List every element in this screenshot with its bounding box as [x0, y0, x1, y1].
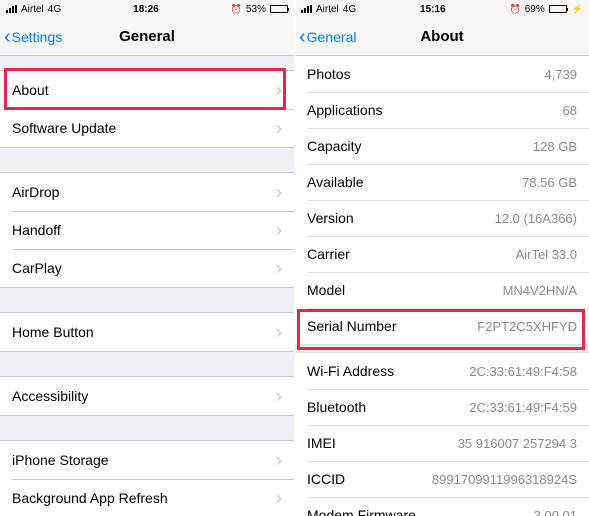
row-value: F2PT2C5XHFYD [477, 319, 577, 334]
row-label: About [12, 82, 270, 98]
row-value: 2C:33:61:49:F4:58 [469, 364, 577, 379]
row-value: 128 GB [533, 139, 577, 154]
chevron-right-icon: › [276, 220, 282, 241]
row-software-update[interactable]: Software Update › [0, 109, 294, 147]
battery-icon [270, 5, 288, 13]
row-label: Capacity [307, 138, 533, 154]
row-value: 2C:33:61:49:F4:59 [469, 400, 577, 415]
chevron-left-icon: ‹ [299, 27, 306, 47]
row-model[interactable]: Model MN4V2HN/A [295, 272, 589, 308]
status-bar: Airtel 4G 18:26 ⏰ 53% [0, 0, 294, 18]
row-label: Carrier [307, 246, 516, 262]
row-label: Wi-Fi Address [307, 363, 469, 379]
row-accessibility[interactable]: Accessibility › [0, 377, 294, 415]
chevron-right-icon: › [276, 182, 282, 203]
page-title: About [420, 28, 463, 45]
alarm-icon: ⏰ [510, 4, 521, 15]
chevron-right-icon: › [276, 322, 282, 343]
row-home-button[interactable]: Home Button › [0, 313, 294, 351]
nav-bar: ‹ Settings General [0, 18, 294, 56]
general-settings-screen: Airtel 4G 18:26 ⏰ 53% ‹ Settings General… [0, 0, 295, 516]
about-screen: Airtel 4G 15:16 ⏰ 69% ⚡ ‹ General About … [295, 0, 589, 516]
row-background-app-refresh[interactable]: Background App Refresh › [0, 479, 294, 516]
row-value: 4,739 [544, 67, 577, 82]
row-label: IMEI [307, 435, 458, 451]
row-label: Background App Refresh [12, 490, 270, 506]
row-label: Serial Number [307, 318, 477, 334]
clock: 15:16 [420, 4, 446, 15]
nav-bar: ‹ General About [295, 18, 589, 56]
row-value: AirTel 33.0 [516, 247, 577, 262]
row-iphone-storage[interactable]: iPhone Storage › [0, 441, 294, 479]
chevron-right-icon: › [276, 80, 282, 101]
row-label: CarPlay [12, 260, 270, 276]
chevron-right-icon: › [276, 258, 282, 279]
row-label: Software Update [12, 120, 270, 136]
row-wifi-address[interactable]: Wi-Fi Address 2C:33:61:49:F4:58 [295, 353, 589, 389]
row-label: Handoff [12, 222, 270, 238]
row-label: Version [307, 210, 495, 226]
row-value: 8991709911996318924S [432, 472, 577, 487]
row-bluetooth[interactable]: Bluetooth 2C:33:61:49:F4:59 [295, 389, 589, 425]
row-label: Accessibility [12, 388, 270, 404]
chevron-right-icon: › [276, 450, 282, 471]
row-modem-firmware[interactable]: Modem Firmware 3.00.01 [295, 497, 589, 516]
row-label: Model [307, 282, 503, 298]
about-list: Photos 4,739 Applications 68 Capacity 12… [295, 56, 589, 345]
chevron-left-icon: ‹ [4, 27, 11, 47]
charging-icon: ⚡ [572, 4, 583, 15]
row-imei[interactable]: IMEI 35 916007 257294 3 [295, 425, 589, 461]
row-label: Photos [307, 66, 544, 82]
row-value: 12.0 (16A366) [495, 211, 577, 226]
row-carrier[interactable]: Carrier AirTel 33.0 [295, 236, 589, 272]
row-airdrop[interactable]: AirDrop › [0, 173, 294, 211]
row-value: 3.00.01 [534, 508, 577, 516]
row-value: 35 916007 257294 3 [458, 436, 577, 451]
alarm-icon: ⏰ [231, 4, 242, 15]
row-value: 78.56 GB [522, 175, 577, 190]
chevron-right-icon: › [276, 386, 282, 407]
row-label: iPhone Storage [12, 452, 270, 468]
battery-icon [549, 5, 567, 13]
row-capacity[interactable]: Capacity 128 GB [295, 128, 589, 164]
row-label: Available [307, 174, 522, 190]
row-version[interactable]: Version 12.0 (16A366) [295, 200, 589, 236]
about-list-b: Wi-Fi Address 2C:33:61:49:F4:58 Bluetoot… [295, 353, 589, 516]
page-title: General [119, 28, 175, 45]
row-label: Applications [307, 102, 563, 118]
back-label: General [307, 29, 357, 45]
row-label: Home Button [12, 324, 270, 340]
chevron-right-icon: › [276, 488, 282, 509]
chevron-right-icon: › [276, 118, 282, 139]
row-label: AirDrop [12, 184, 270, 200]
signal-icon [301, 5, 312, 13]
row-label: Bluetooth [307, 399, 469, 415]
row-value: 68 [563, 103, 577, 118]
status-bar: Airtel 4G 15:16 ⏰ 69% ⚡ [295, 0, 589, 18]
row-label: ICCID [307, 471, 432, 487]
row-applications[interactable]: Applications 68 [295, 92, 589, 128]
back-label: Settings [12, 29, 63, 45]
battery-percent: 69% [525, 4, 545, 15]
row-photos[interactable]: Photos 4,739 [295, 56, 589, 92]
battery-percent: 53% [246, 4, 266, 15]
signal-icon [6, 5, 17, 13]
carrier-label: Airtel [316, 4, 339, 15]
row-carplay[interactable]: CarPlay › [0, 249, 294, 287]
back-button[interactable]: ‹ General [299, 18, 356, 55]
clock: 18:26 [133, 4, 159, 15]
row-serial-number[interactable]: Serial Number F2PT2C5XHFYD [295, 308, 589, 344]
network-label: 4G [343, 4, 356, 15]
row-about[interactable]: About › [0, 71, 294, 109]
row-handoff[interactable]: Handoff › [0, 211, 294, 249]
network-label: 4G [48, 4, 61, 15]
row-label: Modem Firmware [307, 507, 534, 516]
carrier-label: Airtel [21, 4, 44, 15]
back-button[interactable]: ‹ Settings [4, 18, 62, 55]
row-available[interactable]: Available 78.56 GB [295, 164, 589, 200]
row-value: MN4V2HN/A [503, 283, 577, 298]
row-iccid[interactable]: ICCID 8991709911996318924S [295, 461, 589, 497]
